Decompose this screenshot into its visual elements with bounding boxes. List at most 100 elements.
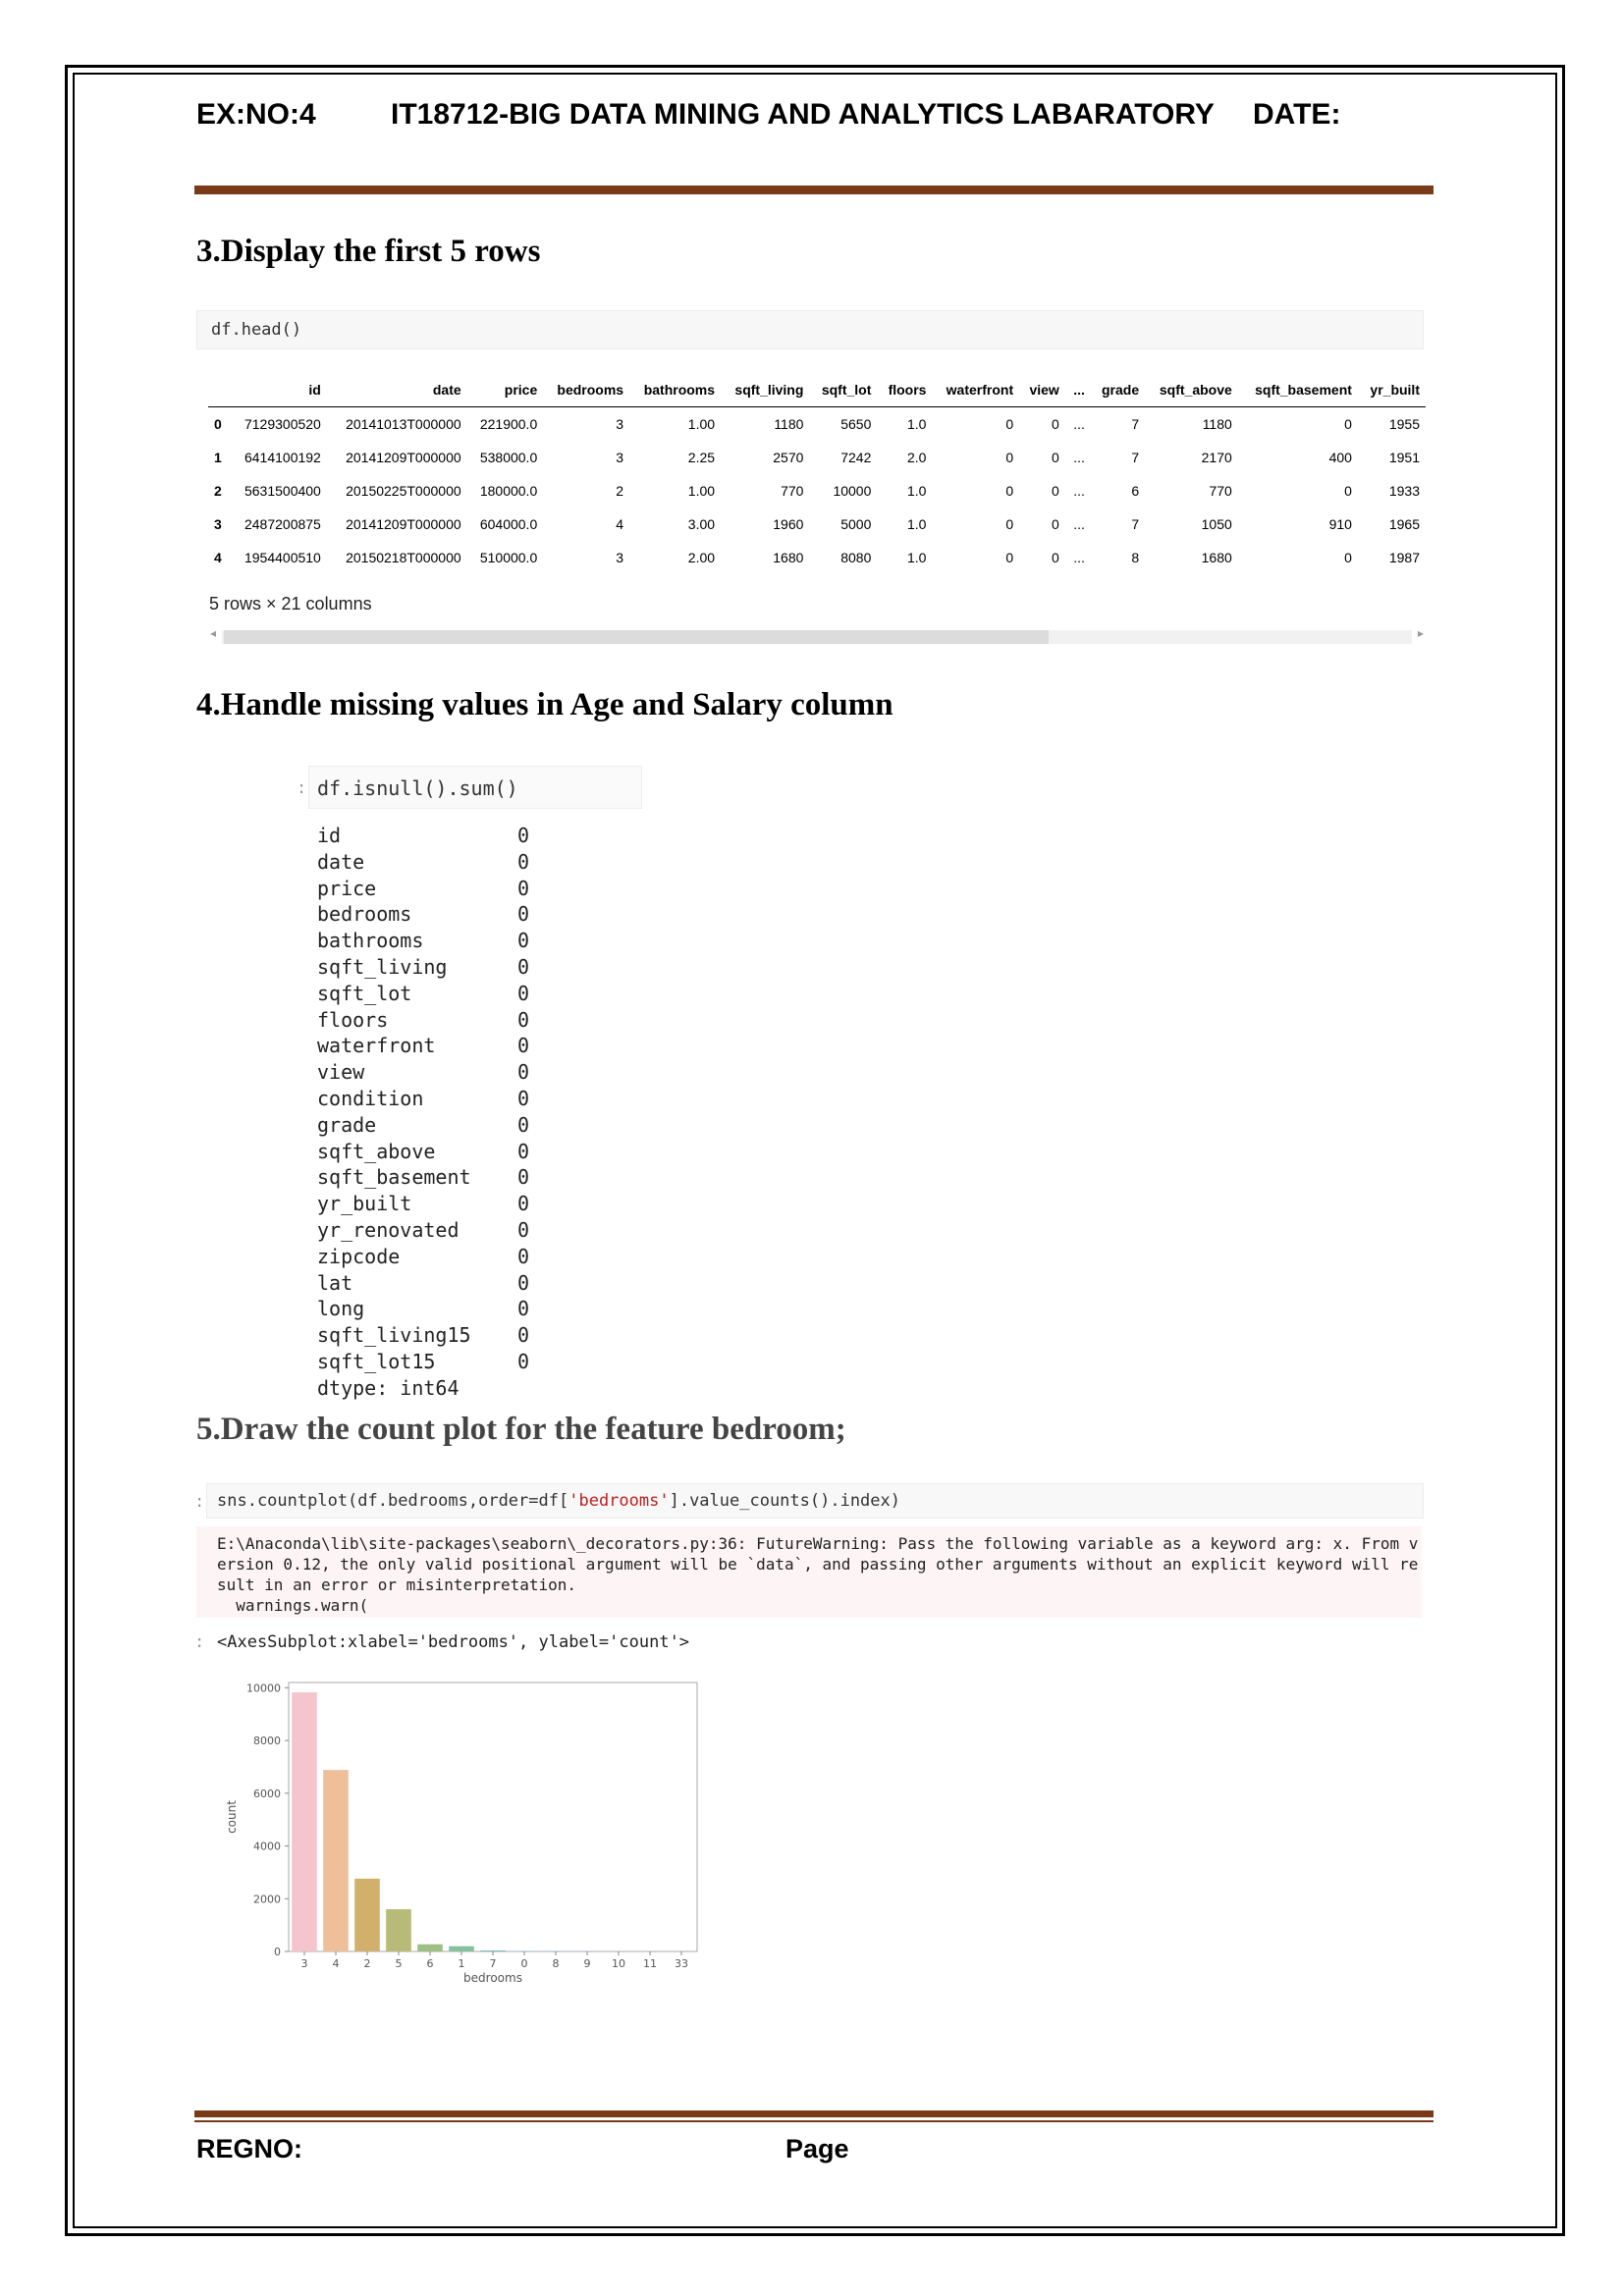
x-axis-label: bedrooms: [463, 1971, 522, 1985]
section-5-title: 5.Draw the count plot for the feature be…: [196, 1412, 846, 1447]
isnull-row: date 0: [317, 849, 529, 876]
table-cell: 1180: [1202, 416, 1232, 432]
table-cell: 1050: [1201, 516, 1232, 532]
table-cell: 221900.0: [479, 416, 538, 432]
exercise-number: EX:NO:4: [196, 98, 316, 131]
horizontal-scrollbar[interactable]: ◂ ▸: [208, 626, 1426, 644]
null-count: 0: [517, 1165, 530, 1190]
isnull-dtype: dtype: int64: [317, 1375, 460, 1400]
table-cell: 8080: [840, 550, 872, 565]
table-cell: 770: [1209, 483, 1232, 499]
column-name: condition: [317, 1086, 424, 1110]
table-cell: 770: [781, 483, 804, 499]
table-cell: 3.00: [687, 516, 716, 532]
scrollbar-thumb[interactable]: [224, 630, 1049, 644]
null-count: 0: [517, 876, 530, 900]
isnull-row: long 0: [317, 1296, 529, 1322]
row-index: 0: [214, 416, 222, 432]
isnull-row: bedrooms 0: [317, 901, 529, 928]
column-name: sqft_lot15: [317, 1349, 436, 1373]
course-title: IT18712-BIG DATA MINING AND ANALYTICS LA…: [391, 98, 1215, 131]
column-name: yr_built: [317, 1192, 412, 1216]
scroll-right-arrow-icon[interactable]: ▸: [1418, 626, 1424, 640]
null-count: 0: [517, 981, 530, 1005]
table-cell: 5631500400: [243, 483, 321, 499]
table-cell: 0: [1005, 516, 1014, 532]
bar: [292, 1692, 317, 1951]
warning-line: E:\Anaconda\lib\site-packages\seaborn\_d…: [217, 1534, 1419, 1553]
table-cell: 6: [1131, 483, 1140, 499]
x-tick-label: 2: [364, 1957, 371, 1970]
column-name: lat: [317, 1270, 353, 1295]
x-tick-label: 3: [301, 1957, 308, 1970]
isnull-row: sqft_lot15 0: [317, 1349, 529, 1375]
isnull-row: sqft_basement 0: [317, 1164, 529, 1191]
column-header: ...: [1064, 373, 1091, 407]
table-cell: 5000: [840, 516, 872, 532]
column-header: floors: [877, 373, 933, 407]
table-cell: 2: [616, 483, 624, 499]
null-count: 0: [517, 1007, 530, 1032]
table-row: 4 1954400510 20150218T000000 510000.0 3 2.00 1…: [208, 541, 1426, 574]
column-name: sqft_living15: [317, 1323, 471, 1348]
y-tick-label: 8000: [253, 1735, 281, 1747]
table-cell: ...: [1073, 516, 1085, 532]
row-index: 3: [214, 516, 222, 532]
column-name: sqft_basement: [317, 1165, 471, 1190]
countplot-code-part-2: ].value_counts().index): [669, 1491, 900, 1511]
isnull-row: lat 0: [317, 1270, 529, 1297]
table-cell: 2570: [773, 450, 804, 465]
table-cell: 7: [1131, 416, 1140, 432]
table-cell: 3: [616, 450, 624, 465]
column-header: date: [326, 373, 467, 407]
isnull-row: condition 0: [317, 1086, 529, 1112]
x-tick-label: 10: [612, 1957, 625, 1970]
table-cell: 0: [1005, 550, 1014, 565]
isnull-rows: id 0 date 0 price 0 bedrooms 0 bathrooms 0 sqft_li…: [317, 823, 529, 1375]
table-cell: ...: [1073, 450, 1085, 465]
null-count: 0: [517, 1349, 530, 1373]
table-cell: 1965: [1388, 516, 1420, 532]
x-tick-label: 0: [521, 1957, 528, 1970]
scroll-left-arrow-icon[interactable]: ◂: [210, 626, 216, 640]
table-cell: 1.00: [687, 416, 716, 432]
table-cell: 0: [1052, 416, 1059, 432]
x-tick-label: 9: [584, 1957, 591, 1970]
section-3-title: 3.Display the first 5 rows: [196, 234, 541, 269]
table-cell: 20150218T000000: [346, 550, 461, 565]
null-count: 0: [517, 1323, 530, 1348]
column-header: bathrooms: [629, 373, 722, 407]
isnull-row: view 0: [317, 1059, 529, 1086]
null-count: 0: [517, 929, 530, 953]
column-header: sqft_living: [721, 373, 810, 407]
table-cell: 1933: [1388, 483, 1420, 499]
isnull-row: yr_built 0: [317, 1191, 529, 1217]
bar: [323, 1770, 349, 1951]
table-cell: 1.0: [906, 516, 927, 532]
table-cell: 0: [1005, 416, 1014, 432]
isnull-row: bathrooms 0: [317, 928, 529, 954]
null-count: 0: [517, 824, 530, 847]
isnull-output: id 0 date 0 price 0 bedrooms 0 bathrooms 0 sqft_li…: [317, 823, 529, 1402]
table-cell: 10000: [833, 483, 872, 499]
table-cell: 0: [1344, 483, 1352, 499]
table-cell: 2487200875: [243, 516, 321, 532]
x-tick-label: 7: [490, 1957, 497, 1970]
warning-line: sult in an error or misinterpretation.: [217, 1575, 577, 1594]
table-cell: 0: [1052, 450, 1059, 465]
countplot-prompt: :: [194, 1492, 205, 1512]
dataframe-shape-note: 5 rows × 21 columns: [209, 594, 372, 614]
table-cell: ...: [1073, 416, 1085, 432]
column-header: grade: [1090, 373, 1146, 407]
warning-line: warnings.warn(: [217, 1596, 369, 1615]
table-cell: 20141209T000000: [346, 450, 461, 465]
column-name: id: [317, 824, 342, 847]
plot-frame: [288, 1682, 698, 1952]
table-cell: ...: [1073, 550, 1085, 565]
x-tick-label: 4: [333, 1957, 340, 1970]
column-header: sqft_lot: [809, 373, 878, 407]
isnull-row: zipcode 0: [317, 1244, 529, 1270]
isnull-row: id 0: [317, 823, 529, 849]
table-row: 0 7129300520 20141013T000000 221900.0 3 1.00 1…: [208, 407, 1426, 442]
bar: [417, 1944, 443, 1951]
